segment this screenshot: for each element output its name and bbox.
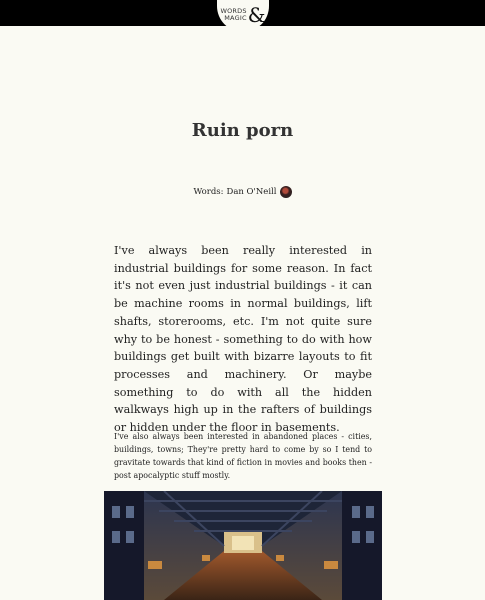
byline-prefix: Words:: [193, 187, 224, 197]
article-paragraph: I've also always been interested in aban…: [114, 432, 372, 480]
site-logo[interactable]: WORDS MAGIC &: [217, 0, 269, 32]
article-photo: [104, 491, 382, 600]
article-title: Ruin porn: [191, 120, 294, 141]
logo-ampersand: &: [247, 3, 266, 27]
logo-wordmark: WORDS MAGIC: [220, 8, 246, 22]
author-avatar: [279, 186, 292, 198]
author-name[interactable]: Dan O'Neill: [227, 187, 277, 197]
article-lead-paragraph: I've always been really interested in in…: [114, 244, 372, 435]
logo-line-magic: MAGIC: [224, 14, 247, 22]
byline: Words: Dan O'Neill: [0, 186, 485, 198]
